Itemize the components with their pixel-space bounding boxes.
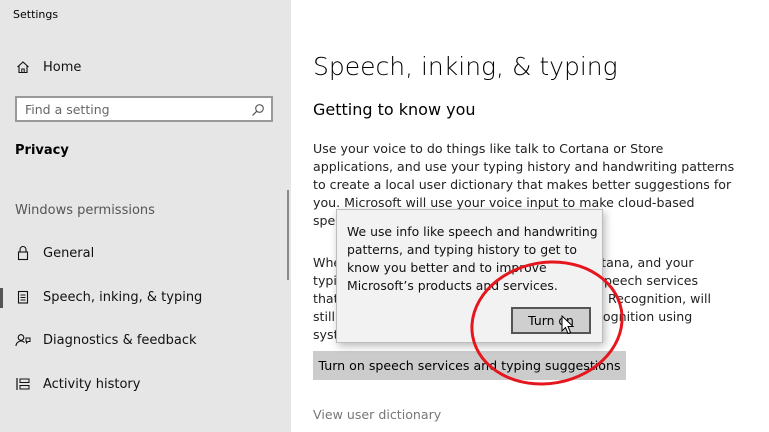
- paragraph-fragment: cognition using: [596, 309, 693, 324]
- popup-text-line: We use info like speech and handwriting: [347, 224, 598, 239]
- sidebar-item-diagnostics[interactable]: Diagnostics & feedback: [0, 323, 291, 357]
- sidebar-item-label: Diagnostics & feedback: [43, 332, 197, 348]
- lock-icon: [15, 245, 31, 261]
- mouse-cursor-icon: [561, 315, 575, 335]
- feedback-icon: [15, 332, 31, 348]
- popup-text-line: patterns, and typing history to get to: [347, 242, 577, 257]
- paragraph-line: spe: [313, 213, 336, 228]
- paragraph-line: that: [313, 291, 339, 306]
- paragraph-fragment: h Recognition, will: [596, 291, 711, 306]
- paragraph-line: to create a local user dictionary that m…: [313, 177, 732, 192]
- page-title: Speech, inking, & typing: [313, 52, 618, 81]
- paragraph-line: applications, and use your typing histor…: [313, 159, 735, 174]
- paragraph-fragment: rtana, and your: [596, 255, 694, 270]
- popup-text-line: know you better and to improve: [347, 260, 547, 275]
- timeline-icon: [15, 376, 31, 392]
- turn-on-button[interactable]: Turn on: [511, 307, 591, 334]
- search-icon[interactable]: [251, 102, 265, 116]
- paragraph-line: you. Microsoft will use your voice input…: [313, 195, 695, 210]
- search-input[interactable]: Find a setting: [15, 96, 273, 122]
- sidebar-item-general[interactable]: General: [0, 236, 291, 270]
- home-icon: [15, 59, 31, 75]
- paragraph-line: typi: [313, 273, 337, 288]
- notepad-icon: [15, 289, 31, 305]
- paragraph-fragment: Speech services: [596, 273, 699, 288]
- paragraph-line: Use your voice to do things like talk to…: [313, 141, 664, 156]
- sidebar-item-label: Activity history: [43, 376, 141, 392]
- search-placeholder: Find a setting: [25, 102, 110, 117]
- paragraph-line: syst: [313, 327, 339, 342]
- popup-text-line: Microsoft’s products and services.: [347, 278, 558, 293]
- section-subtitle: Getting to know you: [313, 100, 476, 119]
- section-title: Privacy: [15, 143, 69, 158]
- group-title: Windows permissions: [15, 203, 155, 218]
- turn-on-speech-services-button[interactable]: Turn on speech services and typing sugge…: [313, 351, 626, 380]
- paragraph-line: still: [313, 309, 335, 324]
- sidebar-item-home[interactable]: Home: [0, 50, 291, 84]
- sidebar-item-label: Speech, inking, & typing: [43, 289, 203, 305]
- sidebar-item-activity[interactable]: Activity history: [0, 367, 291, 401]
- view-user-dictionary-link[interactable]: View user dictionary: [313, 407, 441, 422]
- sidebar: Settings Home Find a setting Privacy Win…: [0, 0, 291, 432]
- app-title: Settings: [13, 8, 59, 21]
- sidebar-item-label: Home: [43, 59, 82, 75]
- sidebar-item-speech[interactable]: Speech, inking, & typing: [0, 280, 291, 314]
- sidebar-item-label: General: [43, 245, 95, 261]
